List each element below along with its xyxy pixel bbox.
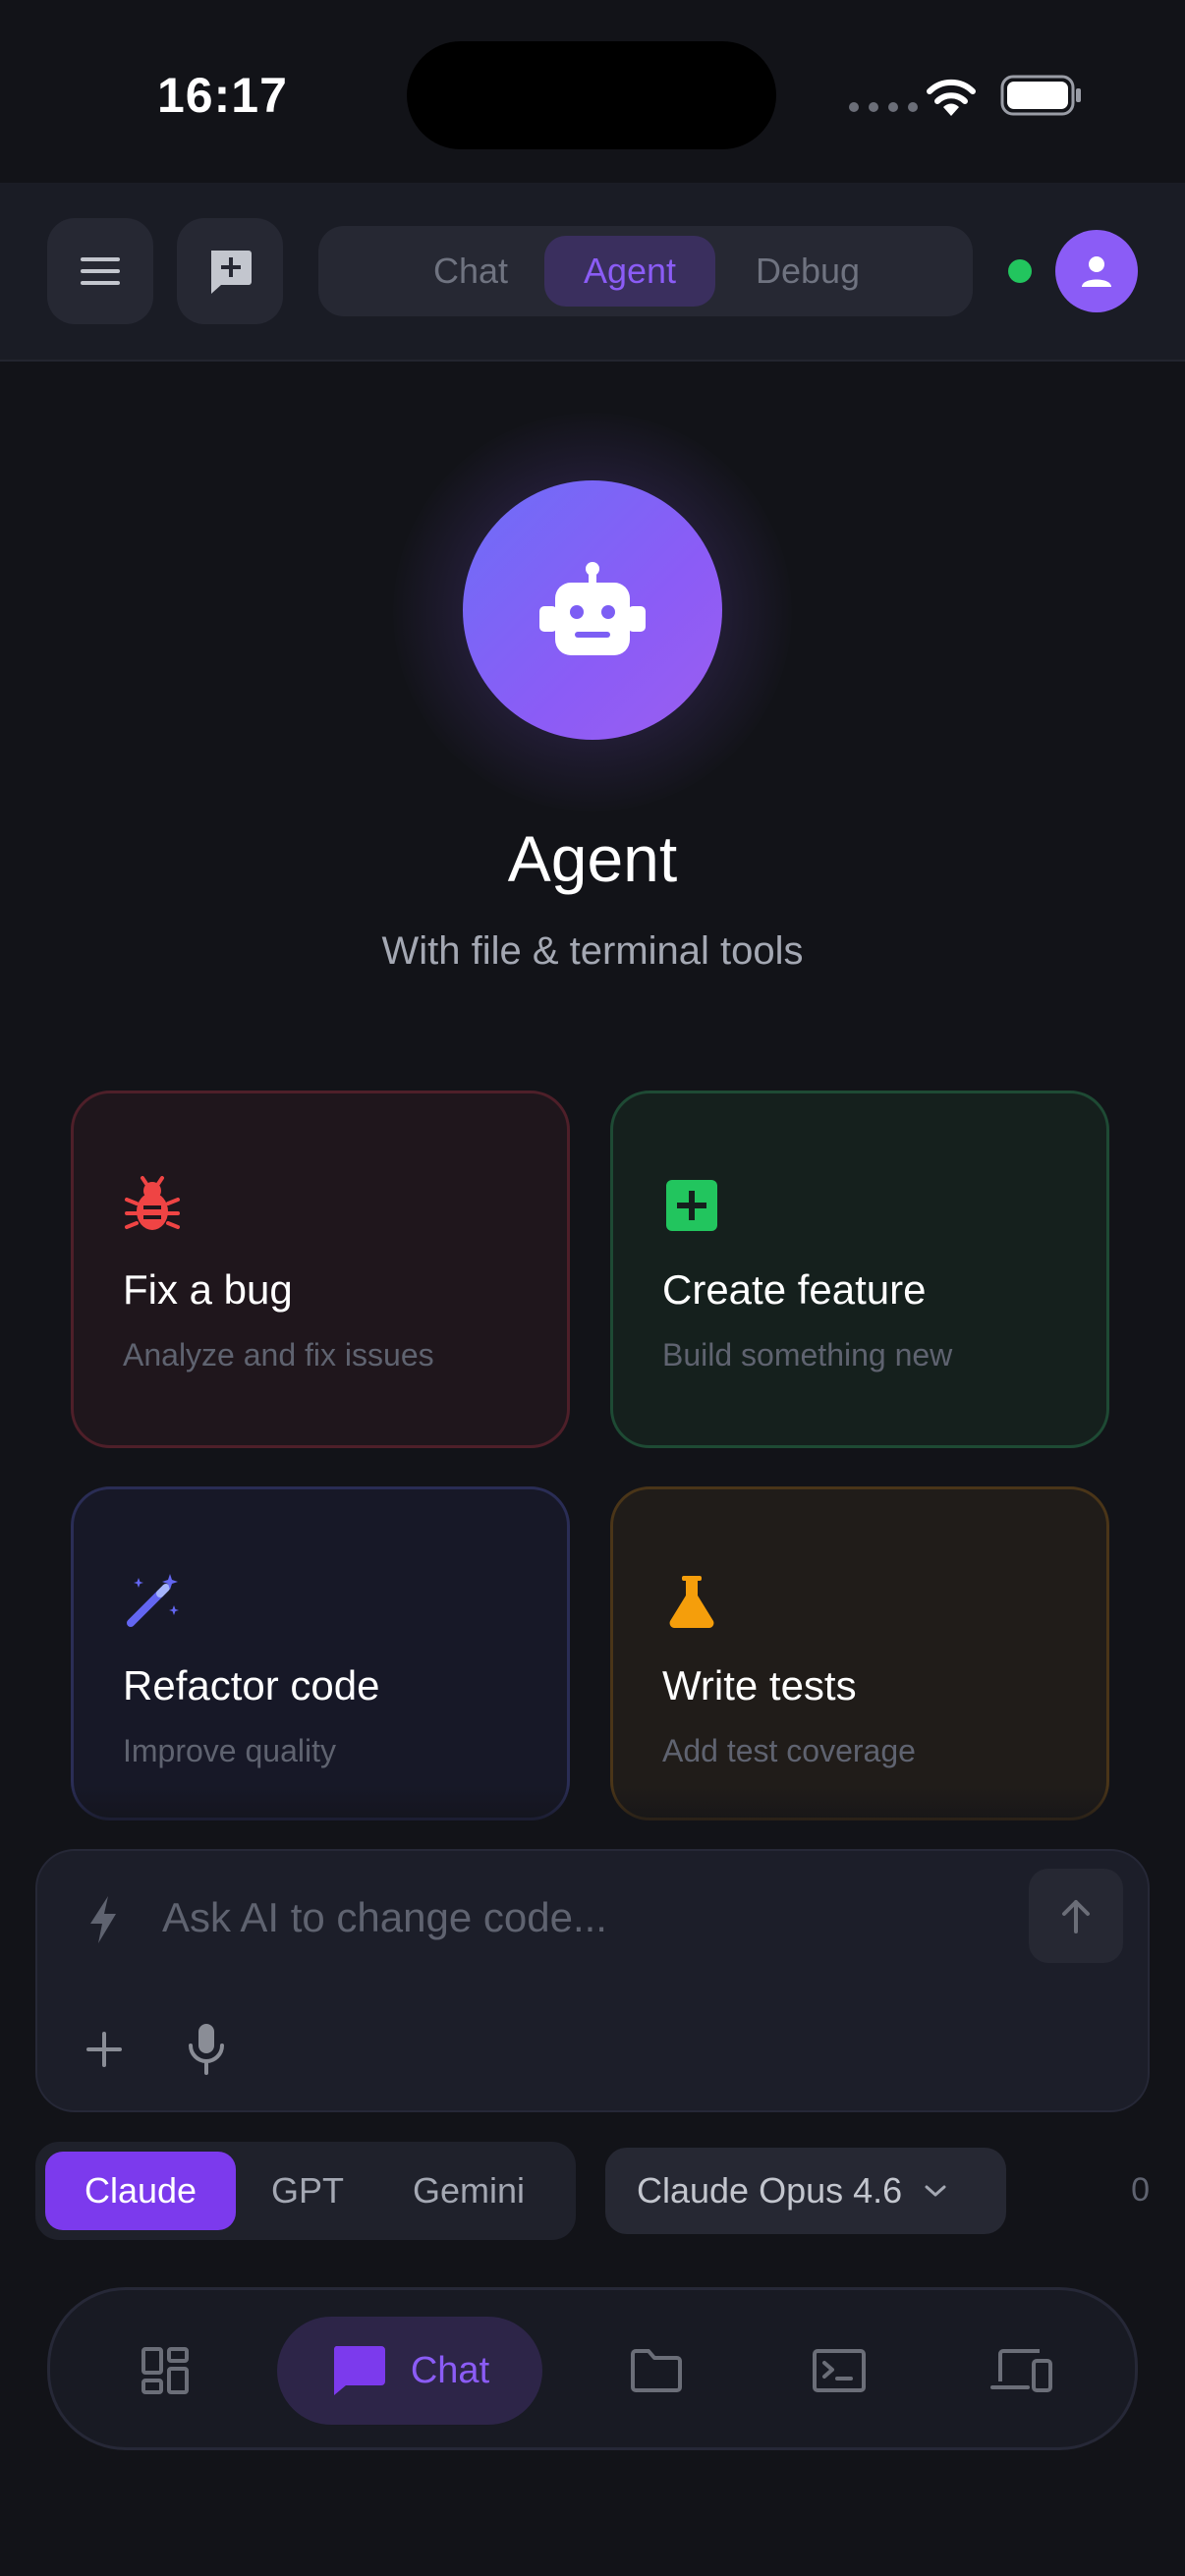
card-fix-bug[interactable]: Fix a bug Analyze and fix issues [71,1091,570,1448]
battery-icon [1000,75,1081,116]
provider-claude[interactable]: Claude [45,2152,236,2230]
prompt-input[interactable]: Ask AI to change code... [162,1894,607,1941]
chevron-down-icon [925,2185,946,2197]
card-title: Fix a bug [123,1266,293,1313]
user-avatar-button[interactable] [1055,230,1138,312]
microphone-icon[interactable] [185,2022,228,2077]
arrow-up-icon [1062,1900,1090,1933]
card-refactor-code[interactable]: Refactor code Improve quality [71,1486,570,1820]
tab-debug[interactable]: Debug [723,236,892,307]
hamburger-icon [81,257,120,285]
card-subtitle: Add test coverage [662,1733,916,1768]
mode-switcher: Chat Agent Debug [318,226,973,316]
nav-chat[interactable]: Chat [277,2317,542,2425]
magic-wand-icon [127,1574,179,1627]
provider-gemini[interactable]: Gemini [375,2152,562,2230]
page-title: Agent [507,822,678,895]
cellular-signal-icon [849,102,918,112]
new-chat-button[interactable] [177,218,283,324]
wifi-icon [927,79,976,116]
card-subtitle: Analyze and fix issues [123,1337,434,1372]
card-subtitle: Improve quality [123,1733,336,1768]
flask-icon [669,1576,714,1628]
new-chat-icon [211,251,252,294]
nav-terminal[interactable] [782,2317,896,2425]
nav-dashboard[interactable] [108,2317,222,2425]
scroll-fade [0,1786,1185,1845]
tab-chat[interactable]: Chat [397,236,544,307]
card-subtitle: Build something new [662,1337,953,1372]
bug-icon [125,1176,180,1230]
send-button[interactable] [1029,1869,1123,1963]
nav-devices[interactable] [965,2317,1079,2425]
devices-icon [990,2349,1052,2392]
nav-files[interactable] [599,2317,713,2425]
chat-bubble-icon [333,2346,385,2395]
provider-switcher: Claude GPT Gemini [35,2142,576,2240]
plus-square-icon [666,1180,717,1231]
card-title: Refactor code [123,1662,380,1708]
page-subtitle: With file & terminal tools [381,929,804,973]
dashboard-icon [141,2347,189,2394]
lightning-icon [90,1896,116,1943]
plus-icon[interactable] [85,2030,124,2069]
nav-chat-label: Chat [410,2349,490,2391]
provider-gpt[interactable]: GPT [244,2152,371,2230]
model-dropdown[interactable]: Claude Opus 4.6 [605,2148,1006,2234]
dynamic-island [407,41,776,149]
online-status-dot [1008,259,1032,283]
menu-button[interactable] [47,218,153,324]
model-label: Claude Opus 4.6 [637,2170,903,2211]
status-time: 16:17 [157,68,288,123]
robot-icon [539,562,646,655]
card-create-feature[interactable]: Create feature Build something new [610,1091,1109,1448]
tab-agent[interactable]: Agent [544,236,715,307]
folder-icon [631,2349,682,2392]
card-title: Create feature [662,1266,927,1313]
user-icon [1082,256,1111,287]
token-counter: 0 [1131,2171,1150,2209]
card-write-tests[interactable]: Write tests Add test coverage [610,1486,1109,1820]
hero-avatar [463,480,722,740]
terminal-icon [813,2349,866,2392]
card-title: Write tests [662,1662,857,1708]
